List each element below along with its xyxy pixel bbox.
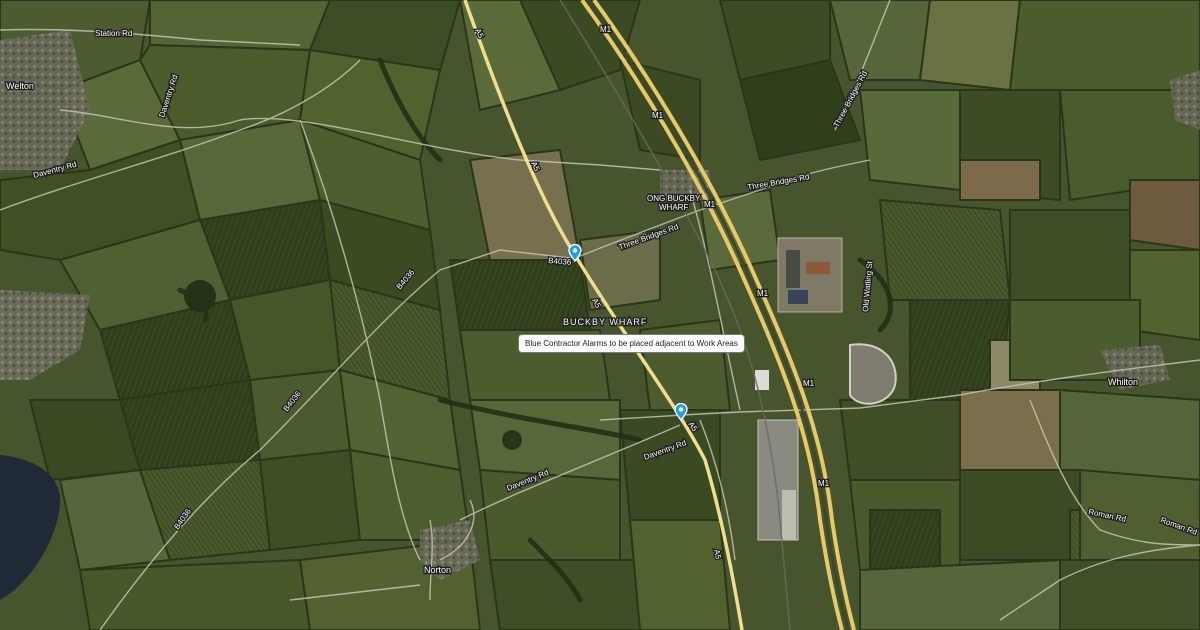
map-pin-icon[interactable] — [674, 403, 688, 421]
place-label-buckby-wharf: BUCKBY WHARF — [563, 317, 647, 327]
town-label-welton: Welton — [6, 81, 34, 91]
place-label-long-buckby-1: ONG BUCKBY — [647, 194, 701, 203]
road-label-m1-6: M1 — [818, 479, 830, 488]
road-label-m1-4: M1 — [757, 289, 769, 298]
road-label-m1-5: M1 — [803, 379, 815, 388]
place-label-long-buckby-2: WHARF — [659, 203, 688, 212]
town-label-norton: Norton — [424, 565, 451, 575]
road-label-m1-1: M1 — [600, 25, 612, 34]
annotation-callout: Blue Contractor Alarms to be placed adja… — [518, 334, 745, 353]
town-label-whilton: Whilton — [1108, 377, 1138, 387]
satellite-map[interactable]: BUCKBY WHARF ONG BUCKBY WHARF Welton Whi… — [0, 0, 1200, 630]
road-label-m1-3: M1 — [704, 200, 716, 209]
map-imagery: BUCKBY WHARF ONG BUCKBY WHARF Welton Whi… — [0, 0, 1200, 630]
map-pin-icon[interactable] — [568, 244, 582, 262]
road-label-station-rd: Station Rd — [95, 29, 132, 38]
road-label-m1-2: M1 — [652, 111, 664, 120]
